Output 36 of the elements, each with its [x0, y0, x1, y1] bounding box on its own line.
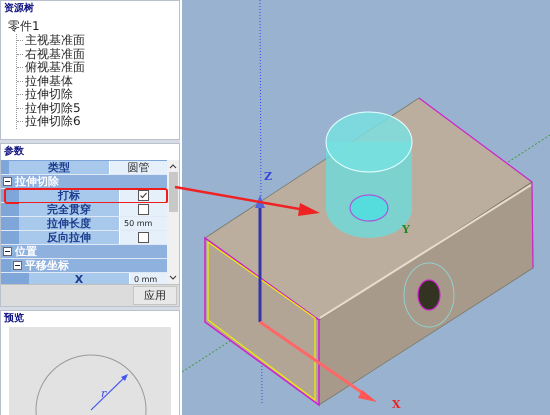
checkbox[interactable]: [138, 232, 149, 243]
axis-label: X: [392, 398, 401, 411]
collapse-icon[interactable]: [3, 247, 12, 256]
apply-button[interactable]: 应用: [133, 286, 177, 305]
scrollbar[interactable]: [167, 160, 179, 284]
checkbox[interactable]: [138, 190, 149, 201]
scroll-down-icon[interactable]: [169, 275, 177, 281]
panel-title: 资源树: [4, 3, 35, 15]
tree-item[interactable]: 拉伸切除5: [25, 102, 81, 115]
checkbox[interactable]: [138, 204, 149, 215]
property-label: 打标: [19, 189, 119, 202]
tree-item[interactable]: 拉伸基体: [25, 74, 73, 88]
radius-arrow: [90, 374, 128, 410]
property-label: 完全贯穿: [19, 203, 119, 216]
tree-item[interactable]: 零件1: [4, 19, 40, 33]
property-value: 50 mm: [123, 219, 152, 228]
property-label: 类型: [9, 161, 109, 174]
panel-title: 参数: [3, 144, 25, 159]
tree-item[interactable]: 拉伸切除6: [25, 115, 81, 128]
tree-item[interactable]: 右视基准面: [25, 48, 85, 61]
scroll-up-icon[interactable]: [169, 163, 177, 169]
panel-title: 预览: [4, 313, 24, 325]
property-value: 圆管: [128, 160, 150, 175]
collapse-icon[interactable]: [13, 261, 22, 270]
axis-label: Z: [264, 170, 272, 183]
property-label: 拉伸长度: [19, 217, 119, 230]
property-label: X: [29, 273, 129, 284]
tree-item[interactable]: 俯视基准面: [25, 61, 85, 74]
scrollbar-thumb[interactable]: [168, 172, 178, 212]
axis-label: Y: [402, 223, 410, 236]
tree-item[interactable]: 主视基准面: [25, 34, 85, 48]
tree-item[interactable]: 拉伸切除: [25, 88, 73, 102]
radius-label: r: [101, 387, 106, 400]
property-label: 反向拉伸: [19, 231, 119, 244]
collapse-icon[interactable]: [3, 177, 12, 186]
property-value: 0 mm: [133, 275, 158, 284]
